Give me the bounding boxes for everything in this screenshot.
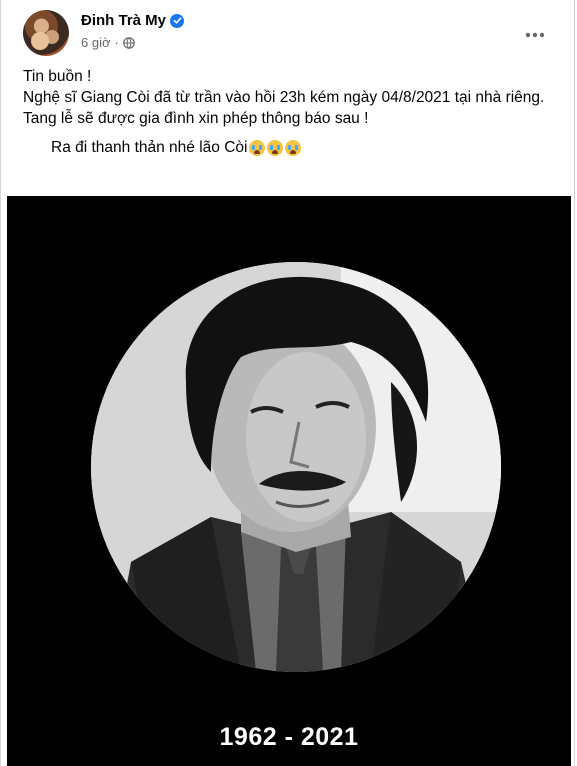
- globe-icon[interactable]: [123, 36, 135, 49]
- verified-badge-icon: [170, 13, 185, 28]
- farewell-line: Ra đi thanh thản nhé lão Còi: [23, 137, 553, 158]
- author-row: Đinh Trà My: [81, 12, 185, 29]
- post-timestamp[interactable]: 6 giờ: [81, 35, 111, 50]
- post-card: Đinh Trà My 6 giờ · Tin buồn ! Nghệ sĩ G…: [0, 0, 575, 766]
- memorial-years: 1962 - 2021: [219, 723, 359, 751]
- post-header: Đinh Trà My 6 giờ ·: [23, 10, 553, 56]
- post-line-3: Tang lễ sẽ được gia đình xin phép thông …: [23, 110, 369, 127]
- meta-separator: ·: [114, 35, 119, 50]
- post-photo[interactable]: 1962 - 2021: [7, 196, 571, 766]
- crying-face-icon: [249, 139, 266, 156]
- post-line-2: Nghệ sĩ Giang Còi đã từ trần vào hồi 23h…: [23, 89, 545, 106]
- more-options-icon: [525, 25, 545, 43]
- author-avatar[interactable]: [23, 10, 69, 56]
- crying-face-icon: [285, 139, 302, 156]
- more-options-button[interactable]: [517, 16, 553, 52]
- post-body: Tin buồn ! Nghệ sĩ Giang Còi đã từ trần …: [23, 66, 553, 158]
- memorial-portrait: [91, 262, 501, 672]
- crying-face-icon: [267, 139, 284, 156]
- author-name[interactable]: Đinh Trà My: [81, 12, 166, 29]
- post-meta: 6 giờ ·: [81, 35, 135, 50]
- post-line-1: Tin buồn !: [23, 68, 92, 85]
- farewell-text: Ra đi thanh thản nhé lão Còi: [51, 139, 248, 156]
